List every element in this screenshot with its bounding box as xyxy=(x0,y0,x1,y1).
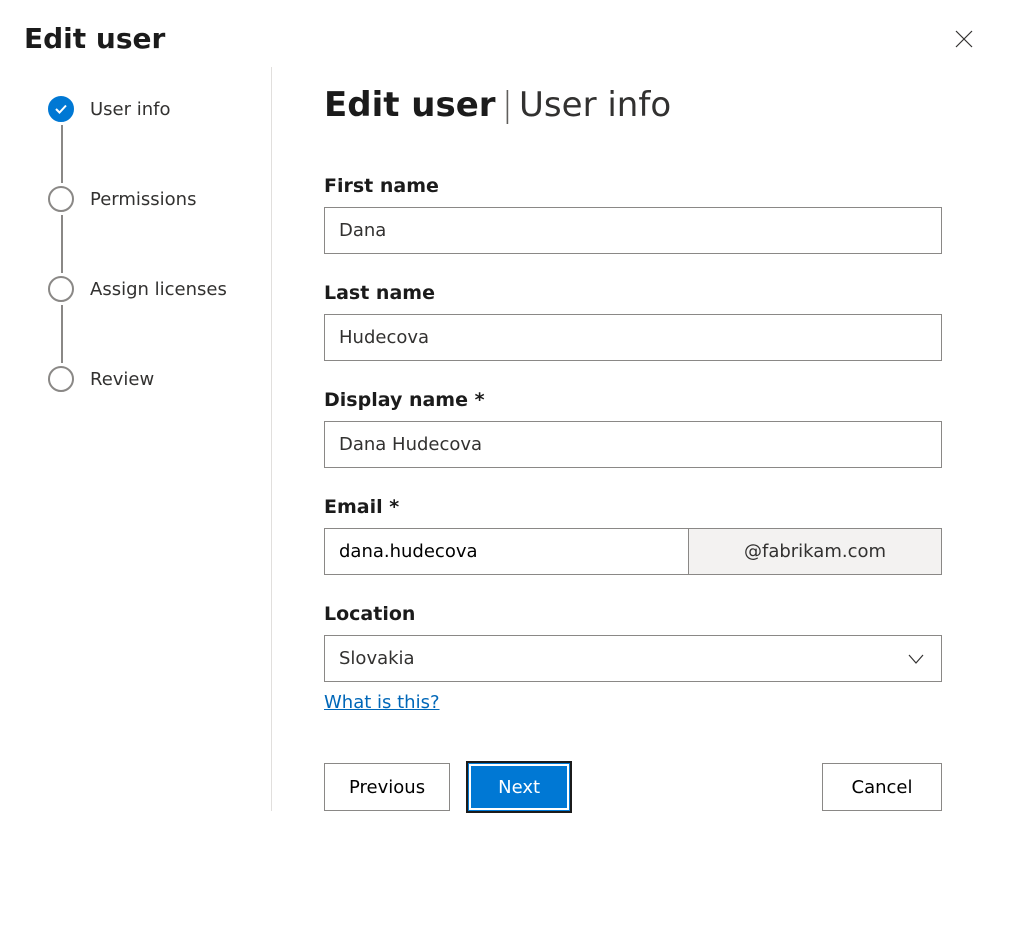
first-name-label: First name xyxy=(324,175,1014,197)
email-label: Email xyxy=(324,496,1014,518)
last-name-label: Last name xyxy=(324,282,1014,304)
next-button[interactable]: Next xyxy=(468,763,570,811)
dialog-title: Edit user xyxy=(24,22,165,55)
display-name-label: Display name xyxy=(324,389,1014,411)
location-help-link[interactable]: What is this? xyxy=(324,692,440,713)
close-button[interactable] xyxy=(948,23,980,55)
step-label: Permissions xyxy=(90,189,196,210)
location-select[interactable]: Slovakia xyxy=(324,635,942,682)
close-icon xyxy=(955,30,973,48)
step-indicator-active xyxy=(48,96,74,122)
previous-button[interactable]: Previous xyxy=(324,763,450,811)
step-assign-licenses[interactable]: Assign licenses xyxy=(48,273,263,305)
email-username-input[interactable] xyxy=(324,528,689,575)
first-name-input[interactable] xyxy=(324,207,942,254)
step-user-info[interactable]: User info xyxy=(48,93,263,125)
location-value: Slovakia xyxy=(339,648,415,669)
email-domain-display: @fabrikam.com xyxy=(689,528,942,575)
step-permissions[interactable]: Permissions xyxy=(48,183,263,215)
check-icon xyxy=(54,102,68,116)
location-label: Location xyxy=(324,603,1014,625)
cancel-button[interactable]: Cancel xyxy=(822,763,942,811)
step-indicator xyxy=(48,186,74,212)
step-label: Review xyxy=(90,369,154,390)
step-indicator xyxy=(48,276,74,302)
step-label: User info xyxy=(90,99,171,120)
step-indicator xyxy=(48,366,74,392)
step-review[interactable]: Review xyxy=(48,363,263,395)
step-label: Assign licenses xyxy=(90,279,227,300)
wizard-steps: User info Permissions Assign licenses Re… xyxy=(48,67,272,811)
display-name-input[interactable] xyxy=(324,421,942,468)
last-name-input[interactable] xyxy=(324,314,942,361)
page-title: Edit user|User info xyxy=(324,85,1014,125)
